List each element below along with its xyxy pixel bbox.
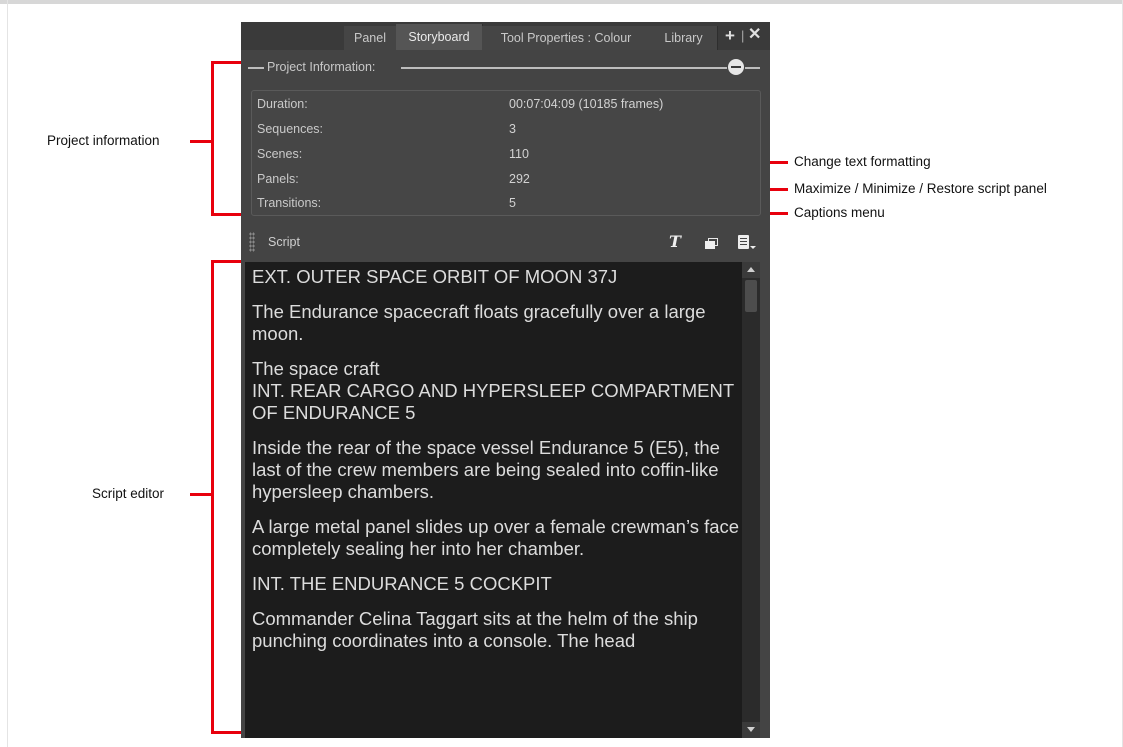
annotation-change-text-formatting: Change text formatting (794, 154, 931, 169)
sequences-value: 3 (509, 122, 516, 136)
maximize-restore-icon[interactable] (705, 238, 718, 249)
duration-value: 00:07:04:09 (10185 frames) (509, 97, 664, 111)
script-paragraph: Inside the rear of the space vessel Endu… (252, 437, 720, 502)
drag-handle-icon[interactable] (249, 232, 255, 252)
annotation-script-editor: Script editor (92, 486, 165, 501)
project-information-box: Duration: 00:07:04:09 (10185 frames) Seq… (251, 90, 761, 216)
annotation-bracket-bottom (211, 213, 241, 216)
tab-panel[interactable]: Panel (344, 26, 397, 50)
section-rule (745, 67, 760, 69)
annotation-bracket (211, 260, 214, 734)
text-formatting-icon[interactable]: T (669, 232, 681, 251)
captions-menu-icon[interactable] (738, 235, 749, 249)
script-paragraph: Commander Celina Taggart sits at the hel… (252, 608, 698, 651)
annotation-bracket-top (211, 260, 241, 263)
script-title: Script (268, 235, 300, 249)
script-paragraph: The Endurance spacecraft floats graceful… (252, 301, 706, 344)
annotation-bracket-bottom (211, 731, 241, 734)
script-editor[interactable]: EXT. OUTER SPACE ORBIT OF MOON 37J The E… (245, 262, 760, 738)
annotation-bracket-top (211, 61, 241, 64)
top-border (0, 0, 1123, 4)
scroll-down-icon[interactable] (742, 722, 760, 738)
panels-label: Panels: (257, 172, 299, 186)
close-icon[interactable]: ✕ (748, 26, 761, 44)
annotation-maximize-restore: Maximize / Minimize / Restore script pan… (794, 181, 1047, 196)
scenes-label: Scenes: (257, 147, 303, 161)
annotation-captions-menu: Captions menu (794, 205, 885, 220)
script-paragraph: The space craft INT. REAR CARGO AND HYPE… (252, 358, 734, 423)
duration-label: Duration: (257, 97, 308, 111)
annotation-connector (190, 493, 211, 496)
plus-icon[interactable]: + (725, 27, 735, 44)
dropdown-arrow-icon[interactable] (750, 246, 756, 249)
script-paragraph: EXT. OUTER SPACE ORBIT OF MOON 37J (252, 266, 618, 287)
scrollbar-thumb[interactable] (745, 280, 757, 312)
annotation-connector (190, 140, 211, 143)
scroll-up-icon[interactable] (742, 262, 760, 278)
panels-value: 292 (509, 172, 530, 186)
annotation-bracket (211, 61, 214, 216)
window-front-shape (705, 241, 715, 249)
script-text[interactable]: EXT. OUTER SPACE ORBIT OF MOON 37J The E… (252, 266, 742, 665)
annotation-project-information: Project information (47, 133, 160, 148)
transitions-label: Transitions: (257, 196, 322, 210)
script-paragraph: INT. THE ENDURANCE 5 COCKPIT (252, 573, 552, 594)
sequences-label: Sequences: (257, 122, 324, 136)
script-paragraph: A large metal panel slides up over a fem… (252, 516, 740, 559)
collapse-icon[interactable] (728, 59, 744, 75)
section-rule (248, 67, 264, 69)
section-rule (401, 67, 727, 69)
tab-tool-properties-colour[interactable]: Tool Properties : Colour (482, 26, 651, 50)
storyboard-panel: Panel Storyboard Tool Properties : Colou… (241, 22, 770, 738)
vertical-scrollbar[interactable] (742, 262, 760, 738)
left-border (7, 0, 8, 747)
scenes-value: 110 (509, 147, 529, 161)
tab-bar: Panel Storyboard Tool Properties : Colou… (241, 22, 770, 50)
script-toolbar: Script T (241, 227, 770, 259)
project-information-title: Project Information: (267, 60, 376, 74)
tab-separator: | (741, 28, 745, 43)
transitions-value: 5 (509, 196, 516, 210)
tab-storyboard[interactable]: Storyboard (396, 24, 483, 50)
tab-library[interactable]: Library (650, 26, 718, 50)
